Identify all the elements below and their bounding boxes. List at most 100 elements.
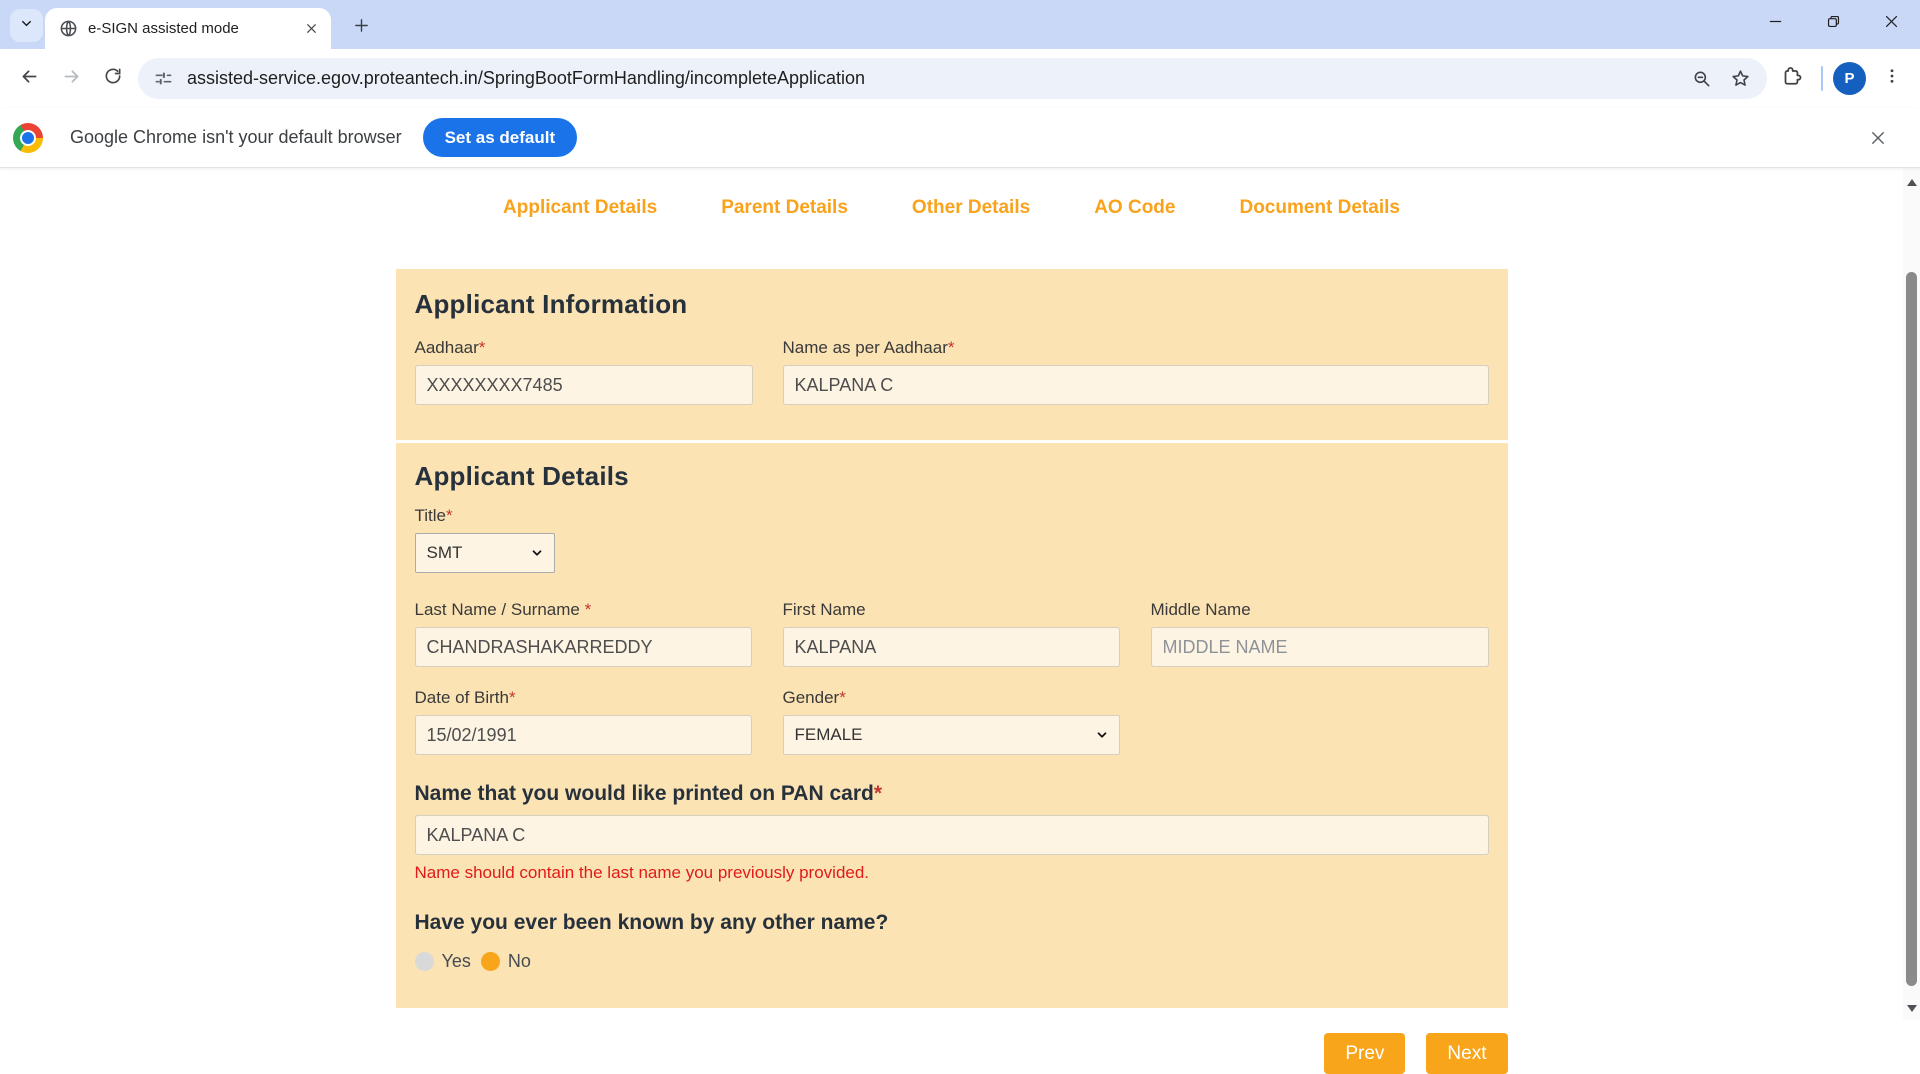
forward-button[interactable] (50, 58, 92, 100)
browser-menu-button[interactable] (1872, 59, 1912, 99)
reload-button[interactable] (92, 58, 134, 100)
pan-name-field-group (415, 815, 1489, 855)
window-close-button[interactable] (1862, 0, 1920, 48)
applicant-details-panel: Applicant Details Title* SMT Last Name /… (396, 443, 1508, 1008)
title-select[interactable]: SMT (415, 533, 555, 573)
required-asterisk: * (948, 338, 955, 357)
extensions-puzzle-icon (1780, 65, 1802, 92)
bookmark-star-icon[interactable] (1721, 60, 1759, 98)
gender-select-value: FEMALE (795, 725, 863, 745)
date-of-birth-label: Date of Birth* (415, 688, 752, 708)
title-label: Title* (415, 506, 1489, 526)
applicant-details-heading: Applicant Details (415, 461, 1489, 492)
name-as-per-aadhaar-field-group: Name as per Aadhaar* (783, 338, 1489, 405)
reload-icon (103, 66, 123, 91)
chevron-down-icon (530, 546, 544, 560)
notification-close-button[interactable] (1860, 120, 1896, 156)
pan-name-label: Name that you would like printed on PAN … (415, 782, 1489, 806)
window-controls (1746, 0, 1920, 48)
default-browser-notification: Google Chrome isn't your default browser… (0, 108, 1920, 168)
back-arrow-icon (19, 66, 40, 92)
first-name-field-group: First Name (783, 600, 1120, 667)
forward-arrow-icon (61, 66, 82, 92)
prev-button[interactable]: Prev (1324, 1033, 1405, 1074)
required-asterisk: * (509, 688, 516, 707)
name-as-per-aadhaar-label: Name as per Aadhaar* (783, 338, 1489, 358)
last-name-field-group: Last Name / Surname * (415, 600, 752, 667)
site-settings-icon[interactable] (154, 69, 173, 88)
page-scrollbar[interactable] (1903, 168, 1920, 1020)
scroll-down-icon (1907, 1005, 1917, 1012)
tab-close-button[interactable] (299, 17, 323, 41)
radio-no[interactable] (481, 952, 500, 971)
tab-other-details[interactable]: Other Details (912, 197, 1030, 219)
other-name-question: Have you ever been known by any other na… (415, 911, 1489, 935)
browser-toolbar: assisted-service.egov.proteantech.in/Spr… (0, 49, 1920, 108)
applicant-information-heading: Applicant Information (415, 289, 1489, 320)
chevron-down-icon (19, 16, 34, 36)
form-actions: Prev Next (396, 1033, 1508, 1074)
scroll-up-icon (1907, 179, 1917, 186)
tab-ao-code[interactable]: AO Code (1094, 197, 1175, 219)
minimize-icon (1767, 13, 1784, 35)
profile-avatar[interactable]: P (1833, 62, 1866, 95)
url-text: assisted-service.egov.proteantech.in/Spr… (187, 68, 1683, 89)
page-viewport: Applicant Details Parent Details Other D… (0, 168, 1920, 1020)
set-as-default-button[interactable]: Set as default (423, 118, 578, 157)
window-restore-button[interactable] (1804, 0, 1862, 48)
next-button[interactable]: Next (1426, 1033, 1507, 1074)
address-bar[interactable]: assisted-service.egov.proteantech.in/Spr… (138, 58, 1767, 99)
window-minimize-button[interactable] (1746, 0, 1804, 48)
middle-name-field-group: Middle Name (1151, 600, 1489, 667)
radio-yes[interactable] (415, 952, 434, 971)
first-name-input[interactable] (783, 627, 1120, 667)
tab-applicant-details[interactable]: Applicant Details (503, 197, 657, 219)
applicant-information-panel: Applicant Information Aadhaar* Name as p… (396, 269, 1508, 440)
zoom-out-icon[interactable] (1683, 60, 1721, 98)
radio-no-label: No (508, 951, 531, 972)
tab-document-details[interactable]: Document Details (1239, 197, 1399, 219)
scroll-up-button[interactable] (1903, 174, 1920, 190)
radio-yes-label: Yes (442, 951, 471, 972)
middle-name-input[interactable] (1151, 627, 1489, 667)
gender-label: Gender* (783, 688, 1120, 708)
date-of-birth-input[interactable] (415, 715, 752, 755)
kebab-menu-icon (1883, 67, 1901, 90)
last-name-label: Last Name / Surname * (415, 600, 752, 620)
required-asterisk: * (874, 782, 882, 805)
required-asterisk: * (839, 688, 846, 707)
aadhaar-input[interactable] (415, 365, 753, 405)
gender-select[interactable]: FEMALE (783, 715, 1120, 755)
back-button[interactable] (8, 58, 50, 100)
tab-parent-details[interactable]: Parent Details (721, 197, 848, 219)
aadhaar-label: Aadhaar* (415, 338, 753, 358)
extensions-button[interactable] (1771, 59, 1811, 99)
pan-name-error-message: Name should contain the last name you pr… (415, 863, 1489, 883)
globe-icon (59, 19, 78, 38)
browser-tab[interactable]: e-SIGN assisted mode (45, 8, 331, 49)
date-of-birth-field-group: Date of Birth* (415, 688, 752, 755)
other-name-radio-group: Yes No (415, 951, 1489, 972)
tab-search-button[interactable] (10, 9, 43, 42)
notification-message: Google Chrome isn't your default browser (70, 127, 402, 148)
scrollbar-thumb[interactable] (1906, 272, 1917, 986)
title-field-group: Title* SMT (415, 506, 1489, 573)
aadhaar-field-group: Aadhaar* (415, 338, 753, 405)
required-asterisk: * (479, 338, 486, 357)
new-tab-button[interactable] (346, 10, 376, 40)
browser-tabstrip: e-SIGN assisted mode (0, 0, 1920, 49)
title-select-value: SMT (427, 543, 463, 563)
middle-name-label: Middle Name (1151, 600, 1489, 620)
close-icon (1883, 13, 1900, 35)
required-asterisk: * (580, 600, 591, 619)
chevron-down-icon (1095, 728, 1109, 742)
gender-field-group: Gender* FEMALE (783, 688, 1120, 755)
name-as-per-aadhaar-input[interactable] (783, 365, 1489, 405)
tab-title: e-SIGN assisted mode (88, 20, 299, 37)
chrome-logo-icon (13, 123, 43, 153)
restore-icon (1825, 13, 1842, 35)
scroll-down-button[interactable] (1903, 1000, 1920, 1016)
required-asterisk: * (446, 506, 453, 525)
last-name-input[interactable] (415, 627, 752, 667)
pan-name-input[interactable] (415, 815, 1489, 855)
